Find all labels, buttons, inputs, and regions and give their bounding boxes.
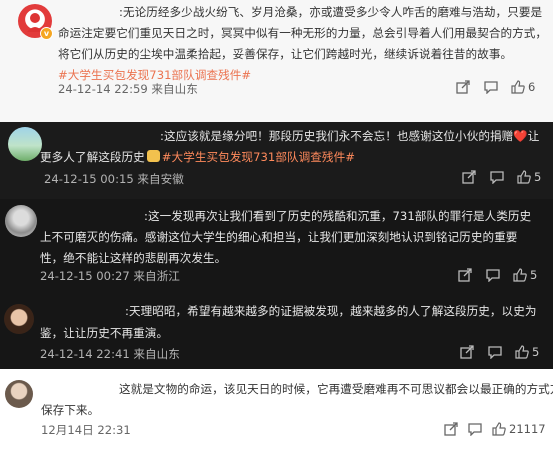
- avatar[interactable]: [5, 205, 37, 237]
- comment-text: :这一发现再次让我们看到了历史的残酷和沉重，731部队的罪行是人类历史: [144, 206, 531, 227]
- comment-card: v :无论历经多少战火纷飞、岁月沧桑，亦或遭受多少令人咋舌的磨难与浩劫，只要是 …: [0, 0, 553, 122]
- like-count: 6: [528, 80, 536, 94]
- heart-emoji-icon: ❤️: [513, 129, 528, 143]
- share-icon: [460, 345, 474, 359]
- comment-line: :天理昭昭，希望有越来越多的证据被发现，越来越多的人了解这段历史，以史为: [125, 304, 537, 318]
- comment-line: 将它们从历史的尘埃中温柔拾起，妥善保存，让它们跨越时光，继续诉说着往昔的故事。: [58, 47, 513, 61]
- comment-text: 这就是文物的命运，该见天日的时候，它再遭受磨难再不可思议都会以最正确的方式方法: [119, 379, 553, 400]
- comment-icon: [488, 346, 502, 359]
- comment-card: :这一发现再次让我们看到了历史的残酷和沉重，731部队的罪行是人类历史 上不可磨…: [0, 199, 553, 294]
- comment-text: 命运注定要它们重见天日之时，冥冥中似有一种无形的力量，总会引导着人们用最契合的方…: [58, 23, 547, 86]
- avatar[interactable]: [5, 380, 33, 408]
- share-button[interactable]: [456, 80, 470, 94]
- comment-card: :天理昭昭，希望有越来越多的证据被发现，越来越多的人了解这段历史，以史为 鉴，让…: [0, 294, 553, 369]
- comment-line: 上不可磨灭的伤痛。感谢这位大学生的细心和担当，让我们更加深刻地认识到铭记历史的重…: [40, 230, 518, 244]
- comment-time: 24-12-15 00:15 来自安徽: [44, 172, 184, 186]
- comment-time: 24-12-14 22:59 来自山东: [58, 82, 198, 96]
- like-icon: [513, 268, 527, 282]
- like-count: 21117: [509, 422, 546, 436]
- comment-line: 命运注定要它们重见天日之时，冥冥中似有一种无形的力量，总会引导着人们用最契合的方…: [58, 26, 548, 40]
- like-button[interactable]: 6: [511, 80, 535, 94]
- comment-line: :无论历经多少战火纷飞、岁月沧桑，亦或遭受多少令人咋舌的磨难与浩劫，只要是: [119, 5, 543, 19]
- avatar[interactable]: [8, 127, 42, 161]
- comment-time: 24-12-15 00:27 来自浙江: [40, 269, 180, 283]
- share-button[interactable]: [460, 345, 474, 359]
- comment-time: 24-12-14 22:41 来自山东: [40, 347, 180, 361]
- comment-text: :无论历经多少战火纷飞、岁月沧桑，亦或遭受多少令人咋舌的磨难与浩劫，只要是: [119, 2, 542, 23]
- verified-badge-icon: v: [40, 27, 53, 40]
- comment-line: 这就是文物的命运，该见天日的时候，它再遭受磨难再不可思议都会以最正确的方式方法: [119, 382, 553, 396]
- share-icon: [444, 422, 458, 436]
- comment-line: 鉴，让让历史不再重演。: [40, 326, 169, 340]
- comment-icon: [468, 423, 482, 436]
- comment-text: 保存下来。: [41, 400, 99, 421]
- share-button[interactable]: [462, 170, 476, 184]
- comment-button[interactable]: [490, 170, 504, 184]
- comment-text: 上不可磨灭的伤痛。感谢这位大学生的细心和担当，让我们更加深刻地认识到铭记历史的重…: [40, 227, 517, 269]
- comment-button[interactable]: [468, 422, 482, 436]
- like-icon: [517, 170, 531, 184]
- like-icon: [511, 80, 525, 94]
- share-icon: [458, 268, 472, 282]
- share-button[interactable]: [444, 422, 458, 436]
- like-icon: [492, 422, 506, 436]
- comment-text: :天理昭昭，希望有越来越多的证据被发现，越来越多的人了解这段历史，以史为: [125, 301, 537, 322]
- share-icon: [456, 80, 470, 94]
- clap-emoji-icon: [146, 150, 160, 162]
- comment-icon: [484, 81, 498, 94]
- comment-button[interactable]: [488, 345, 502, 359]
- comment-text: :这应该就是缘分吧！那段历史我们永不会忘！也感谢这位小伙的捐赠❤️让: [160, 126, 539, 147]
- like-icon: [515, 345, 529, 359]
- comment-card: 这就是文物的命运，该见天日的时候，它再遭受磨难再不可思议都会以最正确的方式方法 …: [0, 369, 553, 457]
- comment-time: 12月14日 22:31: [41, 423, 131, 437]
- like-button[interactable]: 5: [515, 345, 539, 359]
- share-button[interactable]: [458, 268, 472, 282]
- comment-text: 鉴，让让历史不再重演。: [40, 323, 168, 344]
- comment-line: 性，绝不能让这样的悲剧再次发生。: [40, 251, 227, 265]
- comment-icon: [490, 171, 504, 184]
- comment-button[interactable]: [486, 268, 500, 282]
- like-count: 5: [534, 170, 542, 184]
- comment-text: 更多人了解这段历史 #大学生买包发现731部队调查残件#: [40, 147, 355, 168]
- like-button[interactable]: 5: [517, 170, 541, 184]
- comment-line-tail: 让: [527, 129, 540, 143]
- comment-button[interactable]: [484, 80, 498, 94]
- comment-line: :这应该就是缘分吧！那段历史我们永不会忘！也感谢这位小伙的捐赠: [160, 129, 514, 143]
- topic-link[interactable]: #大学生买包发现731部队调查残件#: [162, 150, 355, 164]
- like-button[interactable]: 5: [513, 268, 537, 282]
- like-count: 5: [532, 345, 540, 359]
- comment-line: 更多人了解这段历史: [40, 150, 145, 164]
- share-icon: [462, 170, 476, 184]
- like-count: 5: [530, 268, 538, 282]
- comment-card: :这应该就是缘分吧！那段历史我们永不会忘！也感谢这位小伙的捐赠❤️让 更多人了解…: [0, 122, 553, 199]
- comment-line: :这一发现再次让我们看到了历史的残酷和沉重，731部队的罪行是人类历史: [144, 209, 532, 223]
- comment-line: 保存下来。: [41, 403, 100, 417]
- avatar[interactable]: [4, 304, 34, 334]
- comment-icon: [486, 269, 500, 282]
- like-button[interactable]: 21117: [492, 422, 546, 436]
